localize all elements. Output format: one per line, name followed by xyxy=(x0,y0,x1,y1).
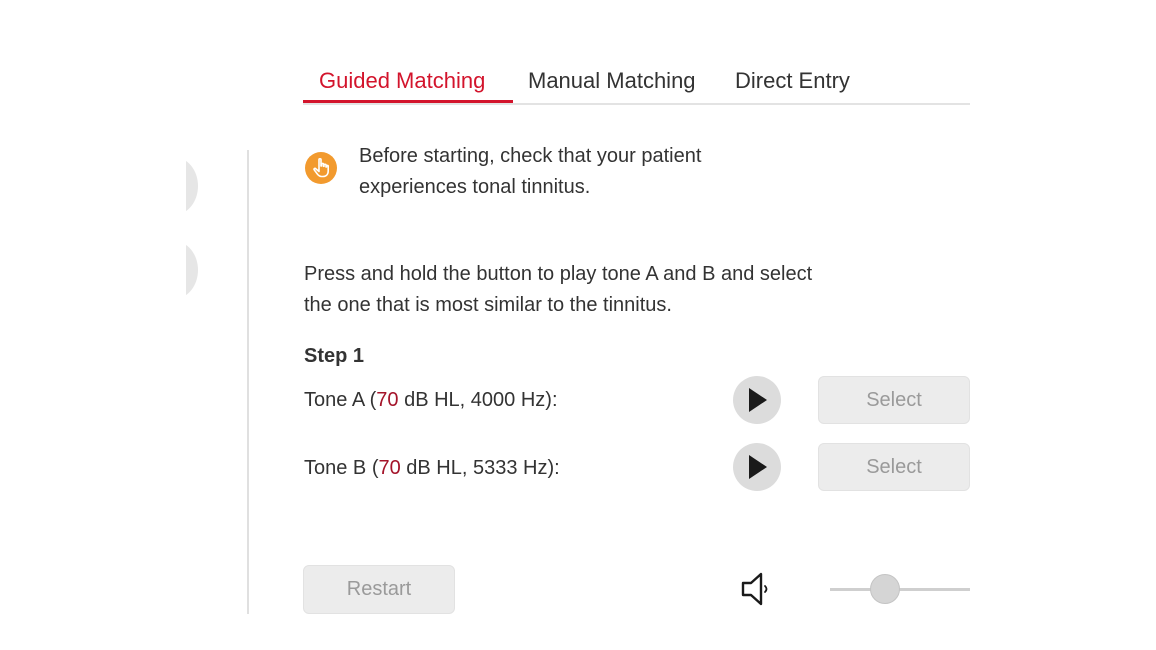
select-tone-a-button[interactable]: Select xyxy=(818,376,970,424)
play-icon xyxy=(749,455,767,479)
instructions-line-2: the one that is most similar to the tinn… xyxy=(304,294,672,316)
info-line-2: experiences tonal tinnitus. xyxy=(359,176,591,198)
tone-a-level: 70 xyxy=(376,389,399,411)
volume-thumb[interactable] xyxy=(870,574,900,604)
select-tone-b-button[interactable]: Select xyxy=(818,443,970,491)
tone-a-suffix: dB HL, 4000 Hz): xyxy=(398,389,558,411)
speaker-icon[interactable] xyxy=(740,570,774,608)
tone-b-level: 70 xyxy=(378,457,401,479)
info-line-1: Before starting, check that your patient xyxy=(359,145,702,167)
tone-b-suffix: dB HL, 5333 Hz): xyxy=(400,457,560,479)
side-panel-button-1[interactable] xyxy=(150,155,198,217)
tone-b-prefix: Tone B ( xyxy=(304,457,379,479)
play-tone-b-button[interactable] xyxy=(733,443,781,491)
restart-button[interactable]: Restart xyxy=(303,565,455,614)
tab-manual-matching[interactable]: Manual Matching xyxy=(528,66,696,103)
volume-track xyxy=(830,588,970,591)
side-panel-button-2[interactable] xyxy=(150,239,198,301)
instructions-line-1: Press and hold the button to play tone A… xyxy=(304,263,813,285)
step-title: Step 1 xyxy=(304,345,365,367)
vertical-divider xyxy=(247,150,249,614)
tab-guided-matching[interactable]: Guided Matching xyxy=(319,66,485,103)
info-message: Before starting, check that your patient… xyxy=(359,141,819,203)
volume-slider[interactable] xyxy=(830,572,970,606)
hand-pointer-icon xyxy=(305,152,337,184)
instructions: Press and hold the button to play tone A… xyxy=(304,259,924,321)
active-tab-indicator xyxy=(303,100,513,103)
tone-b-label: Tone B (70 dB HL, 5333 Hz): xyxy=(304,457,560,480)
tone-a-prefix: Tone A ( xyxy=(304,389,377,411)
tab-bar: Guided Matching Manual Matching Direct E… xyxy=(303,58,970,105)
play-icon xyxy=(749,388,767,412)
tab-direct-entry[interactable]: Direct Entry xyxy=(735,66,850,103)
tone-a-label: Tone A (70 dB HL, 4000 Hz): xyxy=(304,389,558,412)
play-tone-a-button[interactable] xyxy=(733,376,781,424)
